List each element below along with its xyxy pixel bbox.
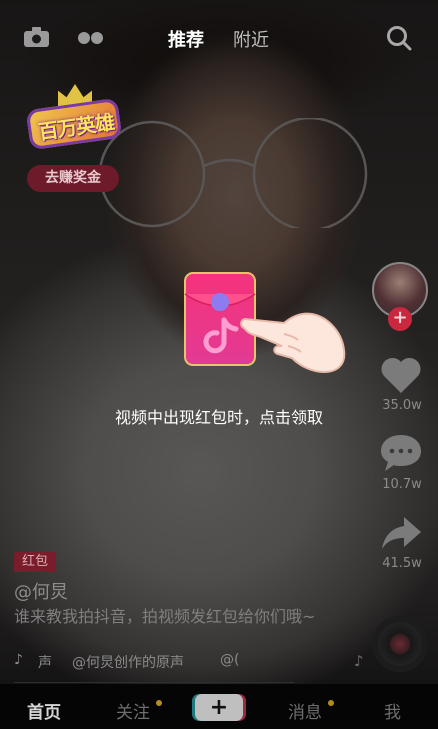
music-note-icon: ♪ [14,652,23,668]
nav-messages[interactable]: 消息 [288,698,322,723]
nav-home[interactable]: 首页 [27,698,61,723]
create-video-button[interactable]: + [195,694,243,721]
music-title: @何炅创作的原声 [72,655,184,671]
music-title-continued: @( [220,652,240,668]
follow-dot-badge [156,700,162,706]
progress-divider [14,682,294,683]
pointing-hand-icon [240,312,346,374]
nav-follow[interactable]: 关注 [116,698,150,723]
share-count: 41.5w [382,556,422,571]
author-avatar-group: + [372,262,428,331]
tab-nearby[interactable]: 附近 [233,26,269,52]
music-disc-icon[interactable] [372,616,428,672]
campaign-logo[interactable]: 百万英雄 [25,84,123,154]
author-name[interactable]: @何炅 [14,578,68,604]
nav-me[interactable]: 我 [384,698,401,723]
floating-note-icon: ♪ [354,652,364,670]
tab-recommend[interactable]: 推荐 [168,26,204,52]
heart-icon[interactable] [379,355,423,395]
search-icon[interactable] [386,25,412,51]
live-dots-icon[interactable] [77,31,104,45]
top-bar: 推荐 附近 [0,0,438,78]
messages-dot-badge [328,700,334,706]
share-icon[interactable] [379,513,423,553]
earn-bonus-button[interactable]: 去赚奖金 [27,165,119,192]
comment-icon[interactable] [379,433,423,473]
bottom-nav: 首页 关注 + 消息 我 [0,684,438,729]
follow-plus-icon[interactable]: + [388,307,412,331]
red-packet-tip: 视频中出现红包时，点击领取 [114,408,323,427]
camera-icon[interactable] [24,27,49,47]
comment-count: 10.7w [382,477,422,492]
red-packet-tag[interactable]: 红包 [14,552,56,572]
video-description: 谁来教我拍抖音，拍视频发红包给你们哦~ [14,607,316,626]
music-label: 声 [38,655,52,671]
